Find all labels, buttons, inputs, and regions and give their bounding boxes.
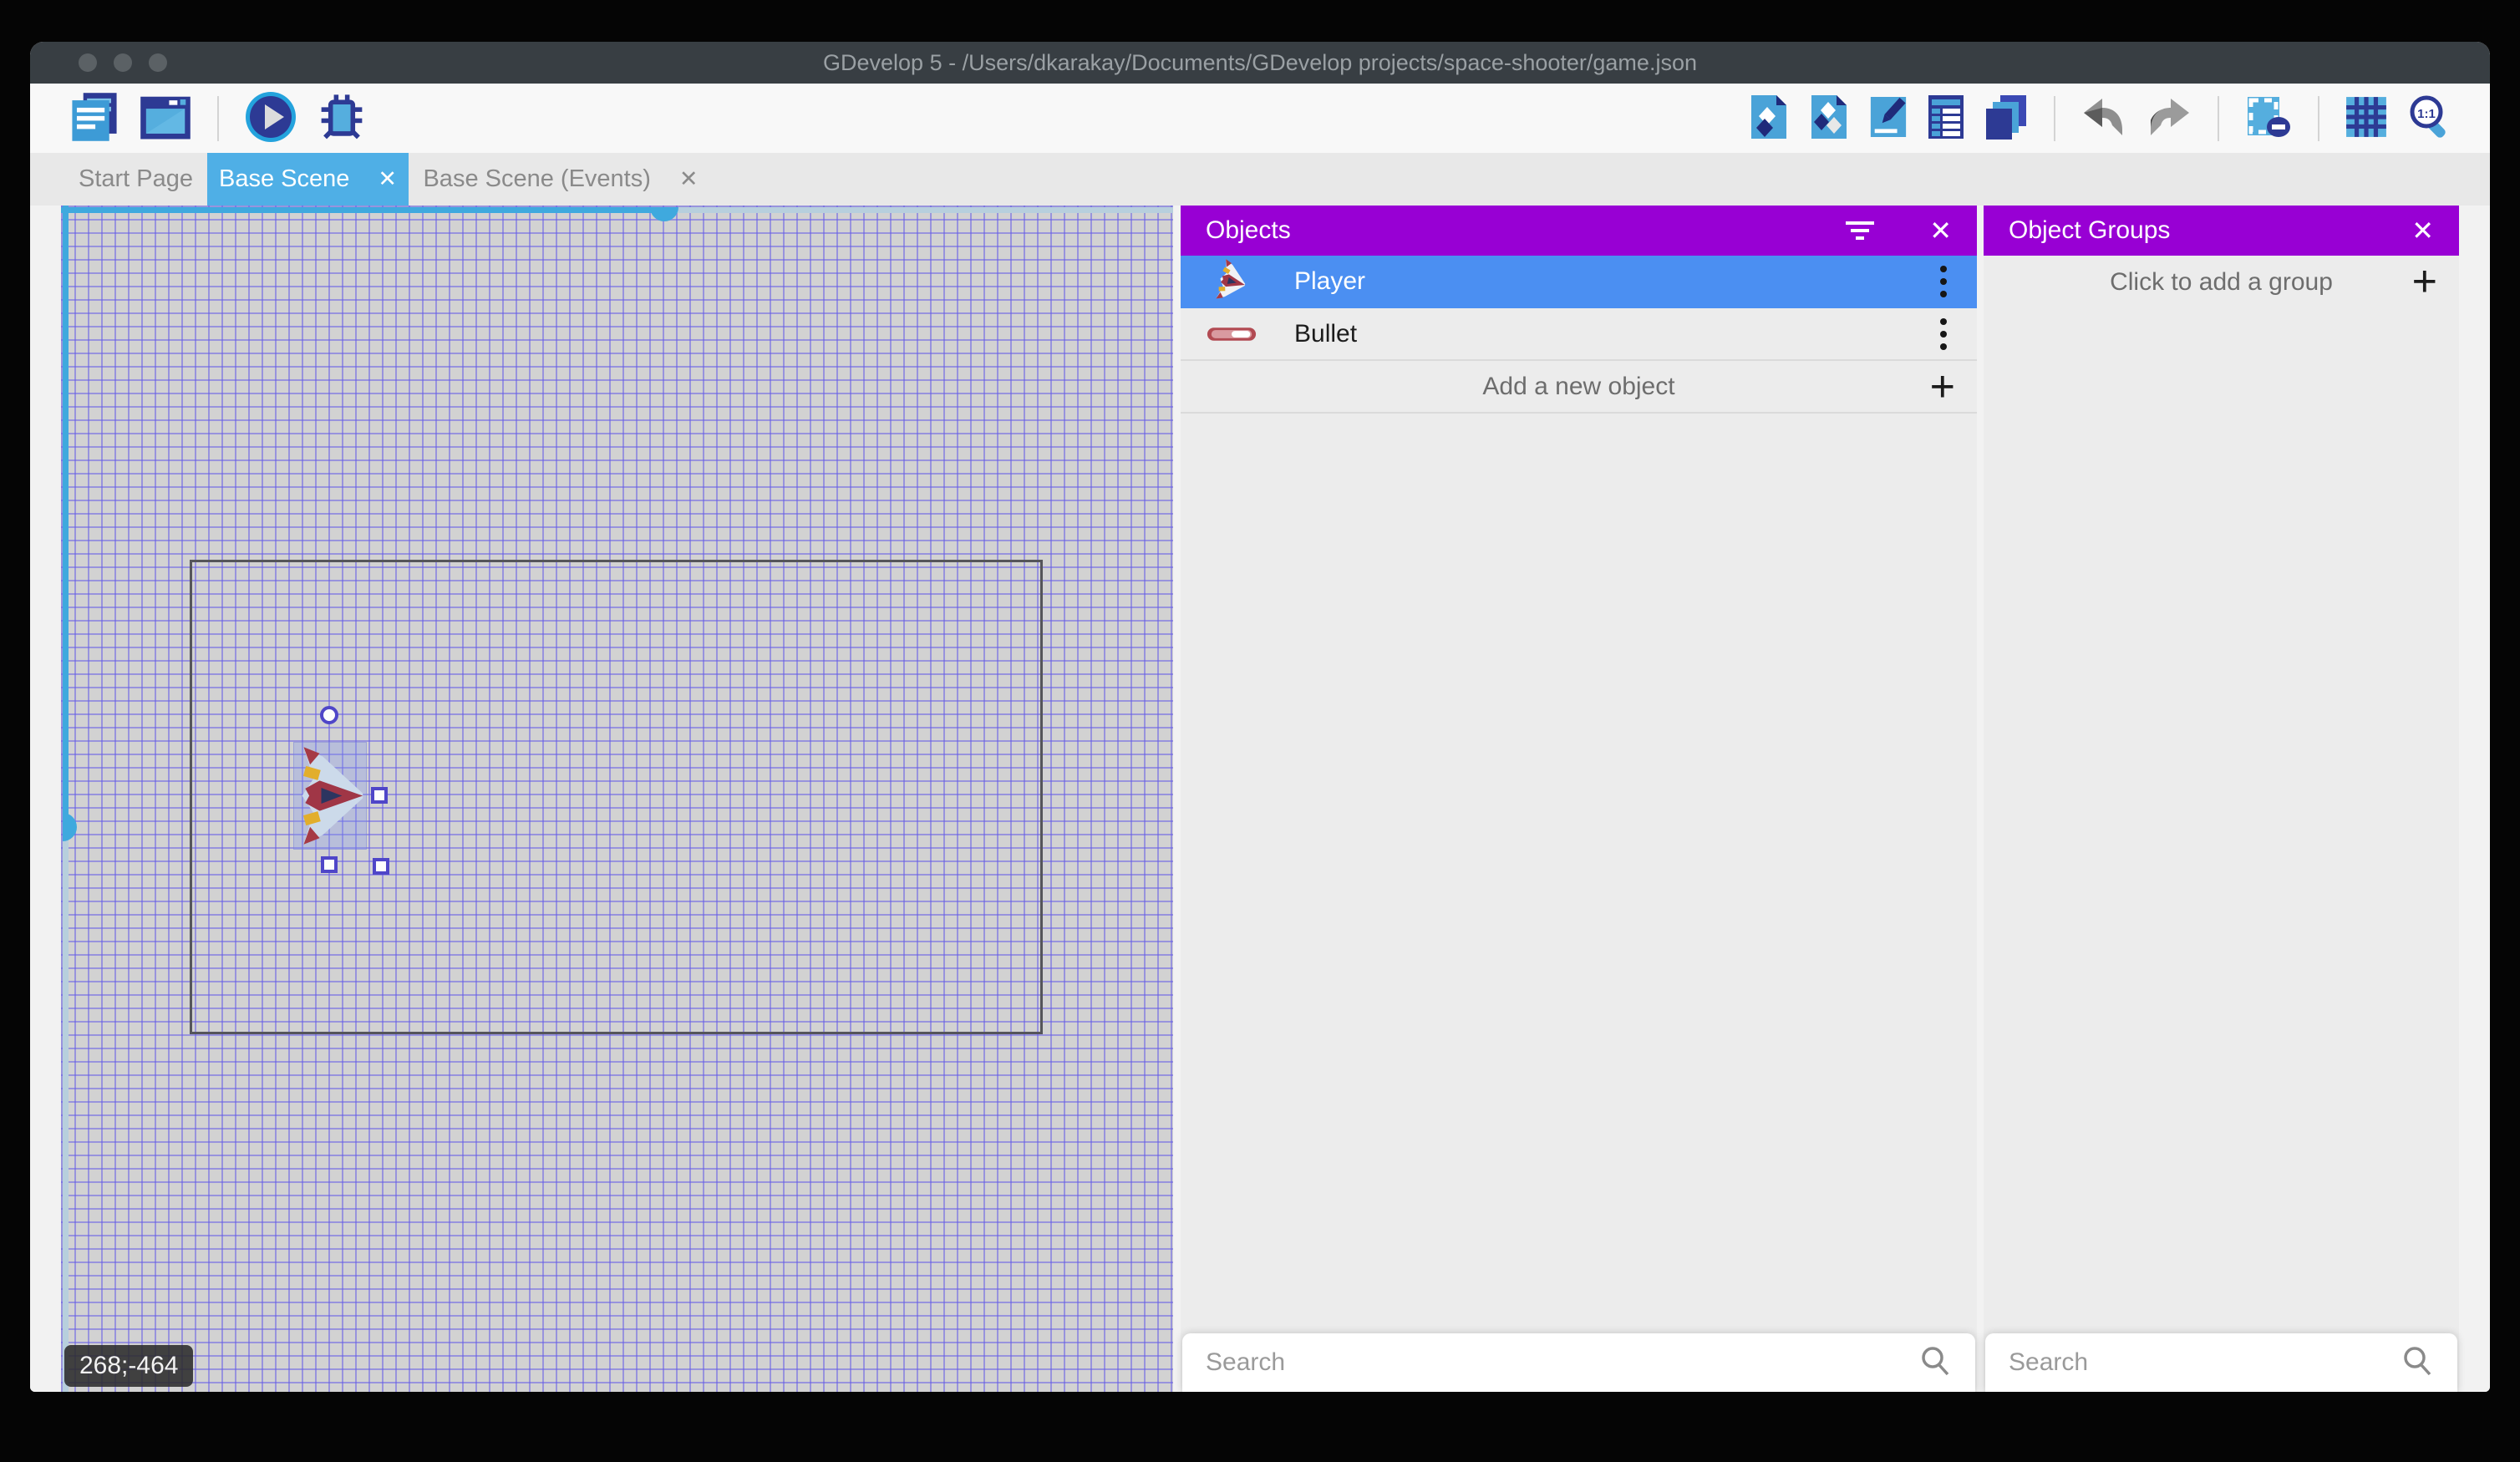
editor-content: 268;-464 Objects ✕: [30, 206, 2490, 1392]
close-objects-panel-icon[interactable]: ✕: [1929, 215, 1952, 246]
objects-panel-title: Objects: [1206, 216, 1291, 245]
toggle-objects-panel-button[interactable]: [1748, 93, 1790, 144]
toolbar-divider: [217, 96, 219, 141]
play-preview-button[interactable]: [244, 90, 297, 146]
toolbar-right-group: 1:1: [1748, 93, 2451, 144]
tab-close-icon[interactable]: ✕: [378, 166, 397, 192]
instances-list-icon: [1927, 93, 1965, 144]
resize-handle-bottom-right[interactable]: [373, 858, 389, 875]
horizontal-scrollbar-track[interactable]: [664, 207, 1173, 213]
player-ship-icon: [1206, 260, 1257, 303]
bug-debug-icon: [316, 91, 368, 145]
add-object-plus-icon[interactable]: +: [1930, 363, 1955, 411]
properties-pencil-icon: [1868, 93, 1908, 144]
toggle-window-mask-button[interactable]: [2244, 93, 2293, 144]
toggle-layers-panel-button[interactable]: [1984, 93, 2029, 144]
bullet-icon: [1206, 325, 1257, 343]
player-instance[interactable]: [294, 743, 366, 849]
toggle-object-groups-panel-button[interactable]: [1808, 93, 1850, 144]
traffic-lights: [79, 53, 167, 72]
tab-start-page[interactable]: Start Page: [71, 153, 201, 206]
tab-close-icon[interactable]: ✕: [679, 166, 699, 192]
toolbar-divider: [2054, 96, 2055, 141]
add-group-label: Click to add a group: [2110, 268, 2333, 297]
objects-panel-header: Objects ✕: [1181, 206, 1977, 256]
window-title: GDevelop 5 - /Users/dkarakay/Documents/G…: [30, 50, 2490, 76]
redo-arrow-icon: [2146, 95, 2192, 141]
object-row-player[interactable]: Player: [1181, 256, 1977, 308]
toolbar-divider: [2218, 96, 2219, 141]
object-menu-icon[interactable]: [1935, 261, 1952, 302]
tab-bar: Start Page Base Scene ✕ Base Scene (Even…: [30, 153, 2490, 206]
objects-search-input[interactable]: [1206, 1348, 1918, 1377]
tab-label: Start Page: [79, 165, 193, 193]
objects-panel: Objects ✕: [1181, 206, 1977, 1392]
tab-base-scene[interactable]: Base Scene ✕: [207, 153, 409, 206]
toolbar: 1:1: [30, 84, 2490, 153]
undo-arrow-icon: [2081, 95, 2127, 141]
scene-editor-button[interactable]: [139, 91, 192, 145]
toggle-grid-button[interactable]: [2345, 95, 2388, 141]
object-groups-panel-header: Object Groups ✕: [1984, 206, 2459, 256]
toolbar-divider: [2318, 96, 2319, 141]
vertical-scrollbar-track[interactable]: [63, 827, 69, 1392]
object-groups-page-icon: [1808, 93, 1850, 144]
object-name: Bullet: [1294, 320, 1935, 348]
groups-search-input[interactable]: [2009, 1348, 2401, 1377]
scene-canvas[interactable]: 268;-464: [61, 206, 1173, 1392]
redo-button[interactable]: [2146, 95, 2192, 141]
grid-icon: [2345, 95, 2388, 141]
rotate-handle[interactable]: [320, 706, 338, 724]
search-icon: [1918, 1344, 1952, 1382]
object-groups-panel: Object Groups ✕ Click to add a group +: [1984, 206, 2459, 1392]
project-manager-button[interactable]: [69, 91, 120, 145]
cursor-coordinates-badge: 268;-464: [64, 1345, 193, 1387]
add-new-object-label: Add a new object: [1482, 373, 1674, 401]
debugger-button[interactable]: [316, 91, 368, 145]
svg-text:1:1: 1:1: [2417, 107, 2436, 121]
search-icon: [2401, 1344, 2434, 1382]
add-group-row[interactable]: Click to add a group +: [1984, 256, 2459, 308]
add-group-plus-icon[interactable]: +: [2412, 257, 2437, 306]
toolbar-left-group: [69, 90, 368, 146]
object-groups-empty-area: [1984, 308, 2459, 1333]
scene-editor-window-icon: [139, 91, 192, 145]
horizontal-scrollbar[interactable]: [61, 207, 664, 213]
vertical-scrollbar-thumb[interactable]: [63, 813, 77, 841]
add-new-object-row[interactable]: Add a new object +: [1181, 361, 1977, 414]
zoom-1-1-button[interactable]: 1:1: [2406, 93, 2451, 144]
objects-page-icon: [1748, 93, 1790, 144]
project-manager-icon: [69, 91, 120, 145]
groups-search-box: [1985, 1333, 2457, 1392]
desktop-background: GDevelop 5 - /Users/dkarakay/Documents/G…: [0, 0, 2520, 1462]
layers-stack-icon: [1984, 93, 2029, 144]
vertical-scrollbar[interactable]: [63, 206, 69, 827]
close-object-groups-panel-icon[interactable]: ✕: [2411, 215, 2434, 246]
undo-button[interactable]: [2081, 95, 2127, 141]
horizontal-scrollbar-thumb[interactable]: [650, 207, 678, 221]
zoom-1-1-magnifier-icon: 1:1: [2406, 93, 2451, 144]
resize-handle-bottom[interactable]: [321, 856, 338, 873]
toggle-properties-panel-button[interactable]: [1868, 93, 1908, 144]
object-groups-panel-title: Object Groups: [2009, 216, 2170, 245]
objects-search-box: [1182, 1333, 1975, 1392]
window-mask-icon: [2244, 93, 2293, 144]
gdevelop-window: GDevelop 5 - /Users/dkarakay/Documents/G…: [30, 42, 2490, 1392]
object-menu-icon[interactable]: [1935, 313, 1952, 355]
filter-icon[interactable]: [1846, 221, 1874, 240]
object-name: Player: [1294, 267, 1935, 296]
tab-label: Base Scene (Events): [423, 165, 650, 193]
minimize-window-button[interactable]: [114, 53, 132, 72]
objects-panel-empty-area: [1181, 414, 1977, 1333]
object-row-bullet[interactable]: Bullet: [1181, 308, 1977, 361]
titlebar: GDevelop 5 - /Users/dkarakay/Documents/G…: [30, 42, 2490, 84]
toggle-instances-list-button[interactable]: [1927, 93, 1965, 144]
tab-base-scene-events[interactable]: Base Scene (Events) ✕: [414, 153, 707, 206]
tab-label: Base Scene: [219, 165, 349, 193]
play-icon: [244, 90, 297, 146]
resize-handle-right[interactable]: [371, 787, 388, 804]
close-window-button[interactable]: [79, 53, 97, 72]
maximize-window-button[interactable]: [149, 53, 167, 72]
